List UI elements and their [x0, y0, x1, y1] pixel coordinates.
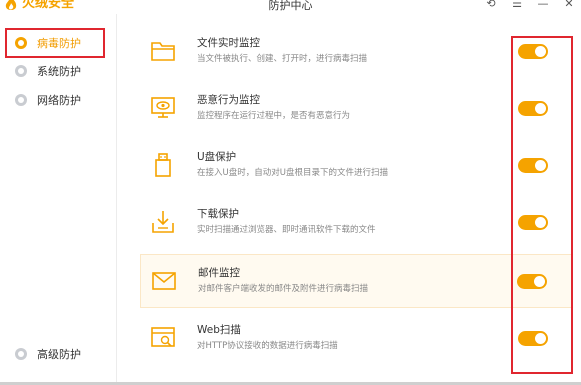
toggles-highlight-annotation	[511, 36, 573, 374]
monitor-eye-icon	[151, 97, 175, 118]
sidebar: 病毒防护 系统防护 网络防护 高级防护	[0, 14, 117, 385]
sidebar-item-network-protection[interactable]: 网络防护	[0, 86, 117, 114]
sidebar-highlight-annotation	[5, 28, 105, 58]
feature-row-usb-protection: U盘保护 在接入U盘时，自动对U盘根目录下的文件进行扫描	[140, 138, 572, 192]
back-icon[interactable]: ⟲	[485, 0, 497, 10]
web-scan-icon	[151, 327, 175, 347]
globe-icon	[15, 94, 27, 106]
system-shield-icon	[15, 65, 27, 77]
sidebar-item-label: 网络防护	[37, 94, 81, 107]
usb-drive-icon	[155, 153, 171, 177]
feature-row-download-protection: 下载保护 实时扫描通过浏览器、即时通讯软件下载的文件	[140, 195, 572, 249]
sidebar-item-label: 高级防护	[37, 348, 81, 361]
title-bar: 火绒安全 防护中心 ⟲ ☰ — ✕	[0, 0, 581, 14]
minimize-icon[interactable]: —	[537, 0, 549, 10]
mail-icon	[152, 272, 176, 290]
close-icon[interactable]: ✕	[563, 0, 575, 10]
menu-icon[interactable]: ☰	[511, 0, 523, 10]
feature-row-file-monitor: 文件实时监控 当文件被执行、创建、打开时，进行病毒扫描	[140, 24, 572, 78]
feature-row-behavior-monitor: 恶意行为监控 监控程序在运行过程中，是否有恶意行为	[140, 81, 572, 135]
window-controls: ⟲ ☰ — ✕	[485, 0, 575, 10]
advanced-shield-icon	[15, 348, 27, 360]
feature-row-mail-monitor: 邮件监控 对邮件客户端收发的邮件及附件进行病毒扫描	[140, 254, 572, 308]
feature-row-web-scan: Web扫描 对HTTP协议接收的数据进行病毒扫描	[140, 311, 572, 365]
sidebar-item-advanced-protection[interactable]: 高级防护	[0, 340, 117, 368]
sidebar-item-label: 系统防护	[37, 65, 81, 78]
folder-icon	[151, 42, 175, 61]
download-tray-icon	[152, 211, 174, 233]
sidebar-item-system-protection[interactable]: 系统防护	[0, 57, 117, 85]
